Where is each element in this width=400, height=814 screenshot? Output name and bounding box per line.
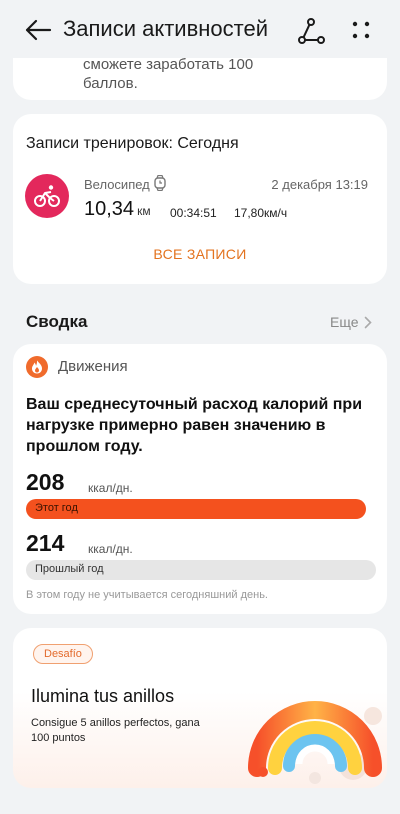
points-text: сможете заработать 100 баллов. bbox=[83, 55, 253, 93]
all-records-button[interactable]: ВСЕ ЗАПИСИ bbox=[13, 246, 387, 262]
movement-description: Ваш среднесуточный расход калорий при на… bbox=[26, 396, 363, 455]
workout-speed: 17,80км/ч bbox=[234, 206, 288, 220]
workout-records-title: Записи тренировок: Сегодня bbox=[26, 135, 239, 152]
challenge-description: Consigue 5 anillos perfectos, gana 100 p… bbox=[31, 717, 200, 744]
summary-more-link[interactable]: Еще bbox=[330, 314, 359, 330]
last-year-bar: Прошлый год bbox=[26, 560, 376, 580]
workout-records-card: Записи тренировок: Сегодня Велосипед 2 д… bbox=[13, 114, 387, 284]
this-year-label: Этот год bbox=[35, 502, 78, 514]
workout-distance: 10,34 км bbox=[84, 198, 151, 221]
page-title: Записи активностей bbox=[63, 16, 269, 41]
workout-type: Велосипед bbox=[84, 177, 150, 192]
back-arrow-icon[interactable] bbox=[24, 18, 52, 42]
rings-illustration bbox=[248, 701, 382, 784]
movement-title: Движения bbox=[58, 358, 128, 375]
distance-unit: км bbox=[137, 204, 151, 218]
movement-note: В этом году не учитывается сегодняшний д… bbox=[26, 589, 268, 601]
share-icon[interactable] bbox=[296, 16, 326, 46]
workout-datetime: 2 декабря 13:19 bbox=[271, 177, 368, 192]
points-text-line2: баллов. bbox=[83, 75, 138, 92]
summary-title: Сводка bbox=[26, 312, 88, 331]
last-year-unit: ккал/дн. bbox=[88, 542, 133, 556]
movement-card[interactable]: Движения Ваш среднесуточный расход калор… bbox=[13, 344, 387, 614]
more-options-icon[interactable] bbox=[350, 18, 372, 42]
challenge-title: Ilumina tus anillos bbox=[31, 686, 175, 706]
chevron-right-icon[interactable] bbox=[364, 316, 372, 329]
distance-value: 10,34 bbox=[84, 198, 135, 220]
challenge-badge: Desafío bbox=[33, 644, 93, 664]
last-year-label: Прошлый год bbox=[35, 563, 104, 575]
this-year-unit: ккал/дн. bbox=[88, 481, 133, 495]
last-year-value: 214 bbox=[26, 530, 65, 556]
challenge-card[interactable]: Desafío Ilumina tus anillos Consigue 5 a… bbox=[13, 628, 387, 788]
bike-icon bbox=[25, 174, 69, 218]
flame-icon bbox=[26, 356, 48, 378]
this-year-bar: Этот год bbox=[26, 499, 366, 519]
app-bar: Записи активностей bbox=[0, 0, 400, 58]
this-year-value: 208 bbox=[26, 469, 65, 495]
watch-icon bbox=[154, 175, 166, 191]
workout-duration: 00:34:51 bbox=[170, 206, 217, 220]
